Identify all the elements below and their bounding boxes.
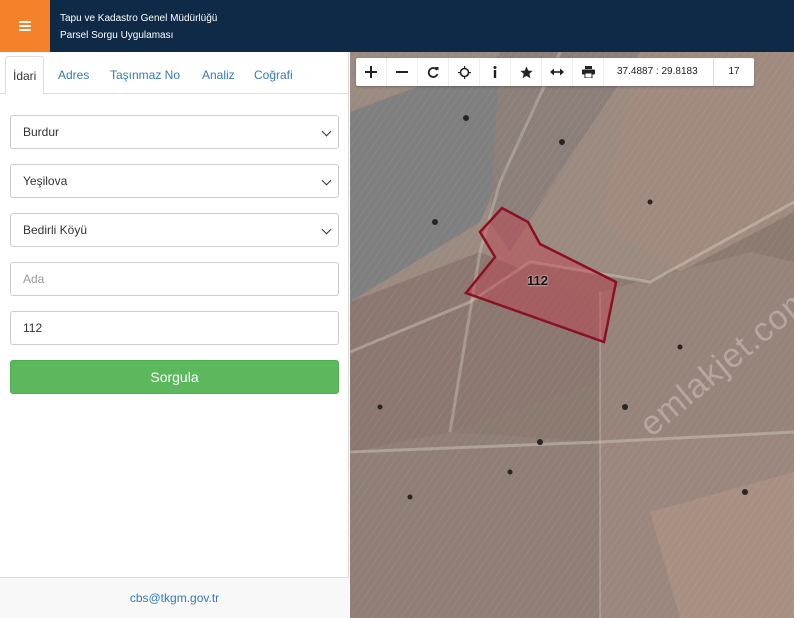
refresh-icon[interactable] <box>418 58 449 86</box>
chevron-down-icon <box>321 224 332 235</box>
query-sidebar: İdari Adres Taşınmaz No Analiz Coğrafi B… <box>0 52 349 618</box>
zoom-level-readout: 17 <box>728 66 740 77</box>
tab-cografi[interactable]: Coğrafi <box>254 56 293 94</box>
hamburger-icon <box>19 21 31 31</box>
ilce-select-value: Yeşilova <box>23 174 68 188</box>
locate-icon[interactable] <box>449 58 480 86</box>
ada-input-placeholder: Ada <box>23 272 45 286</box>
app-header: Tapu ve Kadastro Genel Müdürlüğü Parsel … <box>0 0 794 52</box>
tab-tasinmaz-no[interactable]: Taşınmaz No <box>110 56 180 94</box>
zoom-out-icon[interactable] <box>387 58 418 86</box>
app-title-line1: Tapu ve Kadastro Genel Müdürlüğü <box>60 13 218 24</box>
app-title: Tapu ve Kadastro Genel Müdürlüğü Parsel … <box>60 10 217 44</box>
star-icon[interactable] <box>511 58 542 86</box>
tab-idari[interactable]: İdari <box>5 56 45 95</box>
menu-button[interactable] <box>0 0 50 52</box>
sorgula-button[interactable]: Sorgula <box>10 360 339 394</box>
info-icon[interactable] <box>480 58 511 86</box>
satellite-map[interactable]: 112 emlakjet.com <box>350 52 794 618</box>
chevron-down-icon <box>321 126 332 137</box>
coordinate-readout: 37.4887 : 29.8183 <box>604 58 714 86</box>
ada-input[interactable]: Ada <box>10 262 339 296</box>
parsel-input-value: 112 <box>23 321 43 335</box>
il-select[interactable]: Burdur <box>10 115 339 149</box>
mahalle-select[interactable]: Bedirli Köyü <box>10 213 339 247</box>
tab-bar: İdari Adres Taşınmaz No Analiz Coğrafi <box>0 56 349 95</box>
chevron-down-icon <box>321 175 332 186</box>
mahalle-select-value: Bedirli Köyü <box>23 223 88 237</box>
tab-analiz[interactable]: Analiz <box>202 56 235 94</box>
zoom-in-icon[interactable] <box>356 58 387 86</box>
app-title-line2: Parsel Sorgu Uygulaması <box>60 30 174 41</box>
ilce-select[interactable]: Yeşilova <box>10 164 339 198</box>
parcel-label: 112 <box>527 273 548 288</box>
tab-adres[interactable]: Adres <box>58 56 89 94</box>
parsel-input[interactable]: 112 <box>10 311 339 345</box>
measure-icon[interactable] <box>542 58 573 86</box>
print-icon[interactable] <box>573 58 604 86</box>
contact-footer: cbs@tkgm.gov.tr <box>0 577 349 618</box>
contact-email-link[interactable]: cbs@tkgm.gov.tr <box>130 591 219 605</box>
map-toolbar: 37.4887 : 29.8183 17 <box>356 58 754 86</box>
il-select-value: Burdur <box>23 125 60 139</box>
